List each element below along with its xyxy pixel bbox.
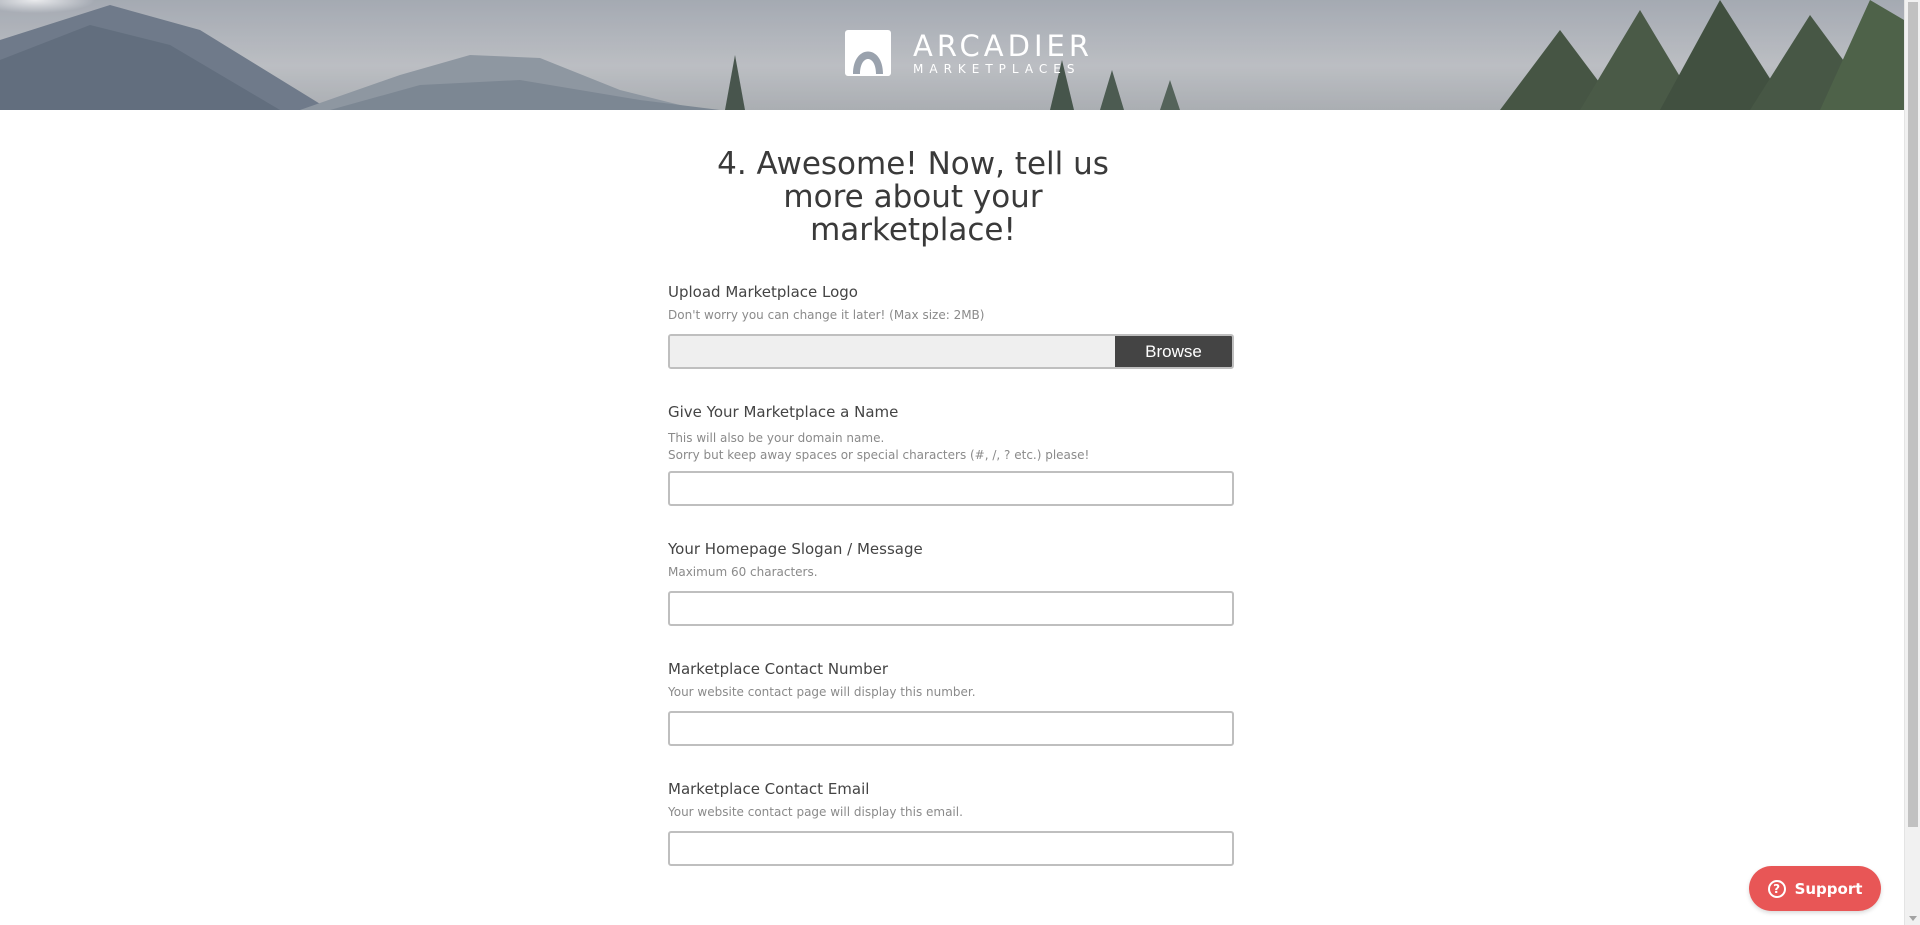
page: ARCADIER MARKETPLACES 4. Awesome! Now, t… [0,0,1920,925]
header-banner: ARCADIER MARKETPLACES [0,0,1904,110]
logo-file-path-display[interactable] [670,336,1115,367]
support-label: Support [1794,879,1863,898]
marketplace-name-help-line2: Sorry but keep away spaces or special ch… [668,448,1090,462]
slogan-help: Maximum 60 characters. [668,565,818,579]
marketplace-name-input[interactable] [668,471,1234,506]
contact-number-input[interactable] [668,711,1234,746]
contact-email-help: Your website contact page will display t… [668,805,963,819]
slogan-input[interactable] [668,591,1234,626]
question-circle-icon: ? [1767,879,1786,898]
scroll-down-arrow-icon[interactable] [1909,916,1917,921]
brand-subtitle: MARKETPLACES [913,61,1081,76]
contact-email-field: Marketplace Contact Email Your website c… [668,780,1234,866]
arcadier-logo-icon [845,30,891,76]
scrollbar-thumb[interactable] [1908,2,1918,827]
brand-name: ARCADIER [913,28,1093,63]
logo-upload-help: Don't worry you can change it later! (Ma… [668,308,985,322]
marketplace-name-field: Give Your Marketplace a Name This will a… [668,403,1234,506]
marketplace-name-help: This will also be your domain name. Sorr… [668,430,1234,464]
contact-number-field: Marketplace Contact Number Your website … [668,660,1234,746]
slogan-label: Your Homepage Slogan / Message [668,540,923,558]
browse-button[interactable]: Browse [1115,336,1232,367]
contact-number-label: Marketplace Contact Number [668,660,889,678]
contact-number-help: Your website contact page will display t… [668,685,976,699]
contact-email-input[interactable] [668,831,1234,866]
page-title: 4. Awesome! Now, tell us more about your… [717,146,1109,248]
support-button[interactable]: ? Support [1749,866,1881,911]
vertical-scrollbar[interactable] [1904,0,1920,925]
arcadier-logo[interactable]: ARCADIER MARKETPLACES [845,30,1093,76]
marketplace-details-form: 4. Awesome! Now, tell us more about your… [668,110,1234,866]
marketplace-name-label: Give Your Marketplace a Name [668,403,899,421]
logo-upload-label: Upload Marketplace Logo [668,283,858,301]
marketplace-name-help-line1: This will also be your domain name. [668,431,885,445]
logo-upload-field: Upload Marketplace Logo Don't worry you … [668,283,1234,369]
contact-email-label: Marketplace Contact Email [668,780,870,798]
slogan-field: Your Homepage Slogan / Message Maximum 6… [668,540,1234,626]
logo-upload-control: Browse [668,334,1234,369]
